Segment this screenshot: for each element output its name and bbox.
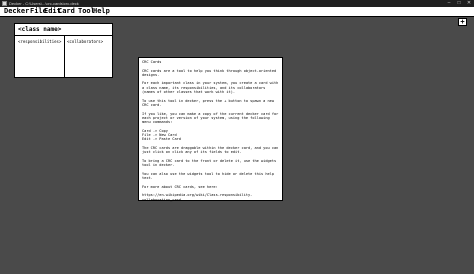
add-card-button[interactable]: + [458,18,467,26]
help-paragraph: For more about CRC cards, see here: [142,184,218,189]
menu-decker[interactable]: Decker [4,7,29,16]
menu-help[interactable]: Help [93,7,110,16]
close-icon[interactable]: ✕ [464,0,474,7]
help-paragraph: CRC cards are a tool to help you think t… [142,68,279,77]
help-paragraph: The CRC cards are draggable within the d… [142,145,281,155]
crc-card-divider [64,36,65,77]
help-paragraph: For each important class in your system,… [142,81,281,95]
app-icon [2,1,7,6]
window-title: Decker - C:\Users\...\crc-cards\crc.deck [9,1,79,6]
maximize-icon[interactable]: □ [454,0,464,7]
crc-card[interactable]: <class name> <responsibilities> <collabo… [14,23,113,78]
help-paragraph: You can also use the widgets tool to hid… [142,171,277,181]
help-paragraph: To use this tool in decker, press the + … [142,98,277,107]
help-heading: CRC Cards [142,60,162,64]
collaborators-field[interactable]: <collaborators> [67,39,103,44]
help-paragraph: If you like, you can make a copy of the … [142,111,281,125]
crc-card-header: <class name> [15,24,112,36]
help-text-field[interactable]: CRC Cards CRC cards are a tool to help y… [138,57,283,202]
responsibilities-field[interactable]: <responsibilities> [18,39,61,44]
class-name-field[interactable]: <class name> [18,26,61,33]
minimize-icon[interactable]: – [444,0,454,7]
window-titlebar: Decker - C:\Users\...\crc-cards\crc.deck… [0,0,474,7]
menu-card[interactable]: Card [58,7,75,16]
menu-bar: Decker File Edit Card Tool Help [0,7,474,17]
help-link[interactable]: https://en.wikipedia.org/wiki/Class-resp… [142,193,279,202]
help-menu-commands: Card -> Copy File -> New Card Edit -> Pa… [142,128,181,142]
help-paragraph: To bring a CRC card to the front or dele… [142,158,279,168]
